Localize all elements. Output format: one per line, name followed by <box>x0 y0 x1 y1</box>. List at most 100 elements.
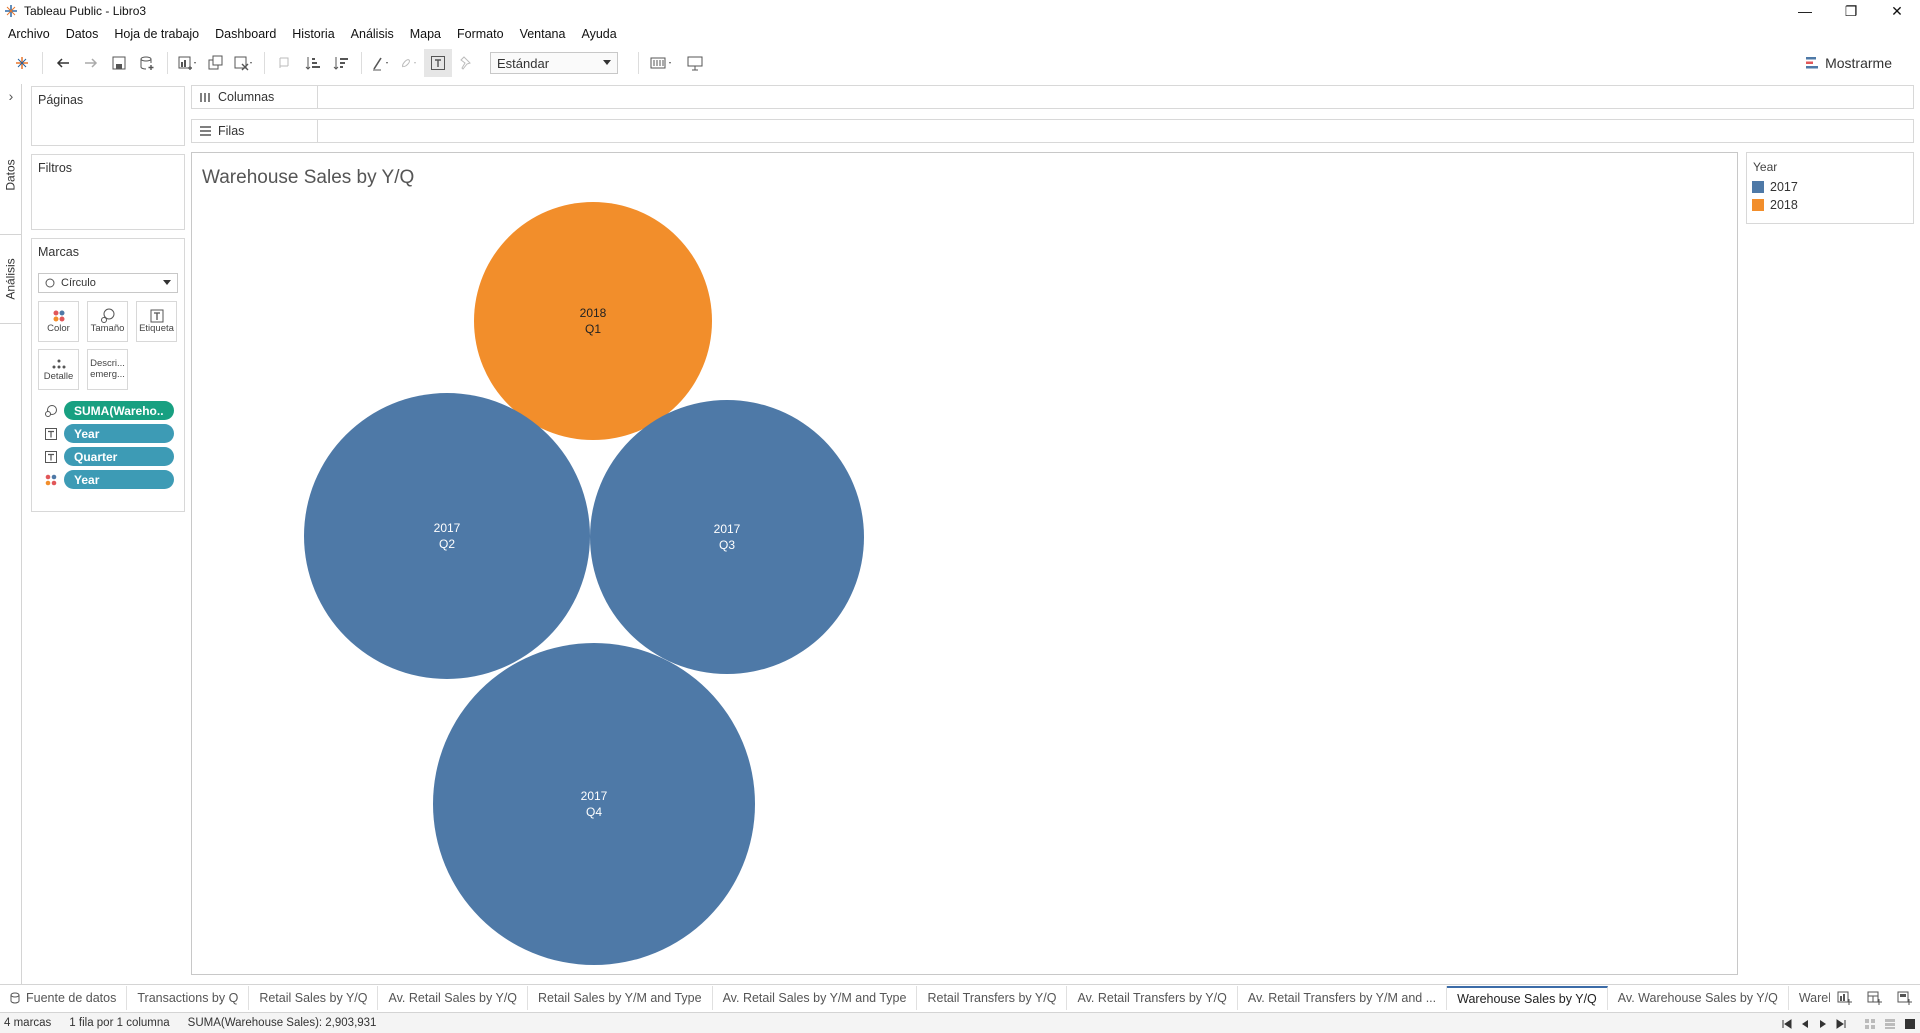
tab-sheet[interactable]: Av. Warehouse Sales by Y/Q <box>1608 985 1789 1010</box>
minimize-button[interactable]: — <box>1782 0 1828 22</box>
legend-item-2018[interactable]: 2018 <box>1747 196 1913 214</box>
rows-icon <box>200 126 211 136</box>
sort-descending-icon[interactable] <box>327 49 355 77</box>
pill-label-year[interactable]: Year <box>64 424 174 443</box>
bubble-2017-q2[interactable]: 2017 Q2 <box>304 393 590 679</box>
first-sheet-icon[interactable] <box>1782 1018 1792 1029</box>
window-title: Tableau Public - Libro3 <box>24 4 147 18</box>
restore-button[interactable]: ❐ <box>1828 0 1874 22</box>
legend-swatch <box>1752 199 1764 211</box>
swap-rows-columns-icon[interactable] <box>271 49 299 77</box>
mark-type-value: Círculo <box>61 277 96 289</box>
tab-data[interactable]: Datos <box>0 140 22 210</box>
rows-shelf[interactable]: Filas <box>191 119 1914 143</box>
label-button[interactable]: Etiqueta <box>136 301 177 342</box>
tab-sheet[interactable]: Av. Retail Transfers by Y/Q <box>1067 985 1238 1010</box>
pill-size-field[interactable]: SUMA(Wareho.. <box>64 401 174 420</box>
pages-card-title: Páginas <box>38 93 84 107</box>
tooltip-button-label: Descri... emerg... <box>90 358 125 380</box>
color-icon <box>44 473 58 487</box>
pill-label-quarter[interactable]: Quarter <box>64 447 174 466</box>
new-worksheet-icon[interactable] <box>1830 986 1860 1010</box>
status-rows-cols: 1 fila por 1 columna <box>69 1017 170 1029</box>
expand-side-panel-button[interactable]: › <box>0 88 22 104</box>
menu-analisis[interactable]: Análisis <box>351 27 394 41</box>
bubble-mark[interactable] <box>590 400 864 674</box>
detail-button[interactable]: Detalle <box>38 349 79 390</box>
next-sheet-icon[interactable] <box>1818 1019 1828 1029</box>
columns-shelf-label: Columnas <box>192 86 318 108</box>
tab-analysis[interactable]: Análisis <box>0 234 22 324</box>
duplicate-sheet-icon[interactable] <box>202 49 230 77</box>
show-cards-icon[interactable] <box>645 49 681 77</box>
tooltip-button[interactable]: Descri... emerg... <box>87 349 128 390</box>
bubble-year-label: 2017 <box>434 521 461 535</box>
menu-historia[interactable]: Historia <box>292 27 334 41</box>
previous-sheet-icon[interactable] <box>1800 1019 1810 1029</box>
new-data-source-icon[interactable] <box>133 49 161 77</box>
show-mark-labels-icon[interactable] <box>424 49 452 77</box>
tab-sheet[interactable]: Av. Retail Sales by Y/M and Type <box>713 985 918 1010</box>
marks-card-title: Marcas <box>38 245 79 259</box>
fit-select[interactable]: Estándar <box>490 52 618 74</box>
filters-card[interactable]: Filtros <box>31 154 185 230</box>
tab-sheet[interactable]: Retail Sales by Y/Q <box>249 985 379 1010</box>
show-filmstrip-icon[interactable] <box>1884 1018 1896 1030</box>
menu-hoja-de-trabajo[interactable]: Hoja de trabajo <box>114 27 199 41</box>
menu-mapa[interactable]: Mapa <box>410 27 441 41</box>
bubble-mark[interactable] <box>304 393 590 679</box>
pages-card[interactable]: Páginas <box>31 86 185 146</box>
sort-ascending-icon[interactable] <box>299 49 327 77</box>
menu-dashboard[interactable]: Dashboard <box>215 27 276 41</box>
tab-sheet[interactable]: Transactions by Q <box>127 985 250 1010</box>
color-legend[interactable]: Year 2017 2018 <box>1746 152 1914 224</box>
bubble-2017-q4[interactable]: 2017 Q4 <box>433 643 755 965</box>
legend-item-label: 2017 <box>1770 180 1798 194</box>
pill-color-year[interactable]: Year <box>64 470 174 489</box>
menu-ventana[interactable]: Ventana <box>520 27 566 41</box>
highlight-icon[interactable] <box>368 49 396 77</box>
tab-sheet[interactable]: Av. Retail Transfers by Y/M and ... <box>1238 985 1448 1010</box>
save-icon[interactable] <box>105 49 133 77</box>
tab-analysis-label: Análisis <box>4 258 19 300</box>
tab-sheet-active[interactable]: Warehouse Sales by Y/Q <box>1447 985 1608 1010</box>
new-dashboard-icon[interactable] <box>1860 986 1890 1010</box>
fix-axes-icon[interactable] <box>452 49 480 77</box>
clear-sheet-icon[interactable] <box>230 49 258 77</box>
menu-archivo[interactable]: Archivo <box>8 27 50 41</box>
new-story-icon[interactable] <box>1890 986 1920 1010</box>
database-icon <box>10 992 20 1004</box>
group-members-icon[interactable] <box>396 49 424 77</box>
bubble-2018-q1[interactable]: 2018 Q1 <box>474 202 712 440</box>
tab-sheet[interactable]: Av. Retail Sales by Y/Q <box>378 985 529 1010</box>
close-button[interactable]: ✕ <box>1874 0 1920 22</box>
size-button[interactable]: Tamaño <box>87 301 128 342</box>
tab-sheet[interactable]: Retail Transfers by Y/Q <box>917 985 1068 1010</box>
color-button[interactable]: Color <box>38 301 79 342</box>
show-me-button[interactable]: Mostrarme <box>1805 55 1892 71</box>
menu-ayuda[interactable]: Ayuda <box>581 27 616 41</box>
menu-formato[interactable]: Formato <box>457 27 504 41</box>
viz-canvas[interactable]: Warehouse Sales by Y/Q 2018 Q1 2017 Q2 2… <box>191 152 1738 975</box>
tab-data-source[interactable]: Fuente de datos <box>0 985 128 1010</box>
tableau-home-icon[interactable] <box>8 49 36 77</box>
legend-item-2017[interactable]: 2017 <box>1747 178 1913 196</box>
tab-sheet[interactable]: Retail Sales by Y/M and Type <box>528 985 713 1010</box>
legend-item-label: 2018 <box>1770 198 1798 212</box>
mark-type-select[interactable]: Círculo <box>38 273 178 293</box>
menu-datos[interactable]: Datos <box>66 27 99 41</box>
new-worksheet-icon[interactable] <box>174 49 202 77</box>
tab-data-label: Datos <box>4 159 19 191</box>
marks-card: Marcas Círculo Color Tamaño Etiqueta Det… <box>31 238 185 512</box>
columns-shelf[interactable]: Columnas <box>191 85 1914 109</box>
bubble-mark[interactable] <box>433 643 755 965</box>
chevron-down-icon <box>603 60 611 65</box>
bubble-2017-q3[interactable]: 2017 Q3 <box>590 400 864 674</box>
undo-icon[interactable] <box>49 49 77 77</box>
bubble-mark[interactable] <box>474 202 712 440</box>
redo-icon[interactable] <box>77 49 105 77</box>
show-sheet-sorter-icon[interactable] <box>1864 1018 1876 1030</box>
last-sheet-icon[interactable] <box>1836 1018 1846 1029</box>
show-tabs-icon[interactable] <box>1904 1018 1916 1030</box>
presentation-mode-icon[interactable] <box>681 49 709 77</box>
